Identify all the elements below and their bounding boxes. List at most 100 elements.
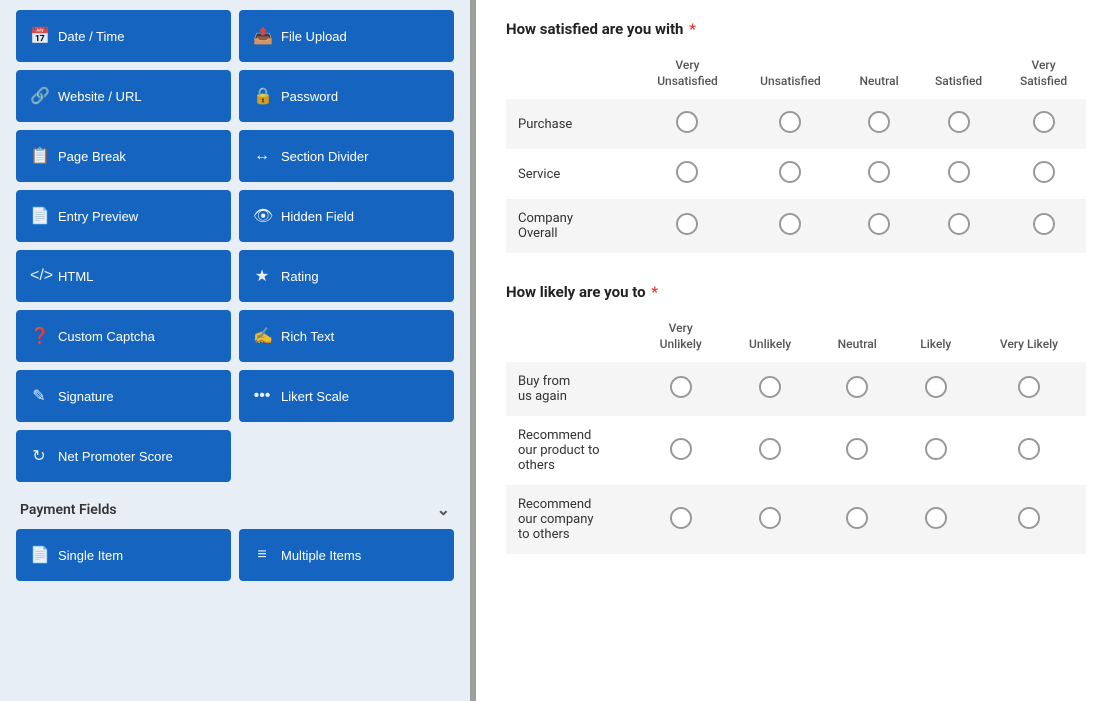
radio-cell-0-3[interactable] [900,362,972,416]
radio-cell-0-0[interactable] [636,362,725,416]
radio-cell-0-0[interactable] [636,99,739,149]
radio-cell-2-0[interactable] [636,485,725,554]
html-icon: </> [30,267,48,285]
radio-cell-2-0[interactable] [636,199,739,253]
col-header-neutral-2: Neutral [815,317,900,362]
radio-cell-1-3[interactable] [916,149,1001,199]
col-header-satisfied: Satisfied [916,54,1001,99]
radio-circle[interactable] [676,161,698,183]
radio-circle[interactable] [1033,161,1055,183]
radio-cell-0-2[interactable] [842,99,916,149]
field-btn-rich-text[interactable]: ✍Rich Text [239,310,454,362]
field-btn-single-item[interactable]: 📄 Single Item [16,529,231,581]
field-label-page-break: Page Break [58,149,126,164]
field-btn-signature[interactable]: ✎Signature [16,370,231,422]
field-btn-section-divider[interactable]: ↔Section Divider [239,130,454,182]
radio-circle[interactable] [925,438,947,460]
radio-circle[interactable] [759,438,781,460]
radio-cell-2-1[interactable] [725,485,814,554]
radio-circle[interactable] [1033,213,1055,235]
date-time-icon: 📅 [30,26,48,46]
field-btn-page-break[interactable]: 📋Page Break [16,130,231,182]
radio-circle[interactable] [1018,438,1040,460]
radio-cell-0-4[interactable] [1001,99,1086,149]
field-btn-hidden-field[interactable]: 👁Hidden Field [239,190,454,242]
field-label-file-upload: File Upload [281,29,347,44]
radio-circle[interactable] [779,161,801,183]
single-item-icon: 📄 [30,545,48,565]
col-header-unsatisfied: Unsatisfied [739,54,842,99]
radio-circle[interactable] [1033,111,1055,133]
radio-circle[interactable] [759,507,781,529]
left-panel: 📅 Date / Time 📤File Upload🔗Website / URL🔒P… [0,0,470,701]
radio-circle[interactable] [759,376,781,398]
col-header-very-unsatisfied: VeryUnsatisfied [636,54,739,99]
radio-cell-1-1[interactable] [739,149,842,199]
radio-circle[interactable] [670,507,692,529]
radio-circle[interactable] [846,376,868,398]
field-label-date-time: Date / Time [58,29,124,44]
row-label-1: Service [506,149,636,199]
radio-circle[interactable] [1018,376,1040,398]
radio-cell-2-4[interactable] [1001,199,1086,253]
radio-circle[interactable] [925,507,947,529]
radio-cell-2-2[interactable] [815,485,900,554]
row-label-2: CompanyOverall [506,199,636,253]
radio-circle[interactable] [779,111,801,133]
radio-circle[interactable] [948,213,970,235]
radio-cell-1-0[interactable] [636,416,725,485]
radio-circle[interactable] [846,507,868,529]
field-btn-net-promoter-score[interactable]: ↻Net Promoter Score [16,430,231,482]
radio-cell-0-1[interactable] [725,362,814,416]
required-star-2: * [648,283,659,301]
radio-cell-2-1[interactable] [739,199,842,253]
field-btn-entry-preview[interactable]: 📄Entry Preview [16,190,231,242]
radio-cell-0-2[interactable] [815,362,900,416]
field-btn-file-upload[interactable]: 📤File Upload [239,10,454,62]
field-btn-password[interactable]: 🔒Password [239,70,454,122]
radio-cell-2-3[interactable] [900,485,972,554]
radio-circle[interactable] [868,161,890,183]
signature-icon: ✎ [30,386,48,406]
radio-cell-2-4[interactable] [972,485,1086,554]
payment-section-header[interactable]: Payment Fields ⌄ [16,490,454,529]
radio-cell-1-2[interactable] [815,416,900,485]
radio-cell-2-2[interactable] [842,199,916,253]
radio-cell-0-1[interactable] [739,99,842,149]
field-btn-date-time[interactable]: 📅 Date / Time [16,10,231,62]
field-btn-html[interactable]: </>HTML [16,250,231,302]
radio-circle[interactable] [670,376,692,398]
radio-circle[interactable] [868,213,890,235]
field-btn-likert-scale[interactable]: •••Likert Scale [239,370,454,422]
table-row: Service [506,149,1086,199]
radio-cell-0-3[interactable] [916,99,1001,149]
radio-circle[interactable] [1018,507,1040,529]
radio-circle[interactable] [779,213,801,235]
radio-cell-1-2[interactable] [842,149,916,199]
table-row: Purchase [506,99,1086,149]
field-btn-custom-captcha[interactable]: ❓Custom Captcha [16,310,231,362]
radio-circle[interactable] [925,376,947,398]
radio-cell-2-3[interactable] [916,199,1001,253]
radio-circle[interactable] [670,438,692,460]
radio-circle[interactable] [948,111,970,133]
right-panel: How satisfied are you with * VeryUnsatis… [476,0,1116,701]
field-btn-rating[interactable]: ★Rating [239,250,454,302]
radio-circle[interactable] [948,161,970,183]
radio-circle[interactable] [676,111,698,133]
radio-cell-1-3[interactable] [900,416,972,485]
row-label-0: Purchase [506,99,636,149]
radio-cell-1-1[interactable] [725,416,814,485]
radio-cell-0-4[interactable] [972,362,1086,416]
radio-circle[interactable] [676,213,698,235]
radio-circle[interactable] [846,438,868,460]
radio-circle[interactable] [868,111,890,133]
radio-cell-1-0[interactable] [636,149,739,199]
radio-cell-1-4[interactable] [972,416,1086,485]
field-btn-website-url[interactable]: 🔗Website / URL [16,70,231,122]
field-label-single-item: Single Item [58,548,123,563]
field-btn-multiple-items[interactable]: ≡Multiple Items [239,529,454,581]
chevron-down-icon: ⌄ [437,500,450,519]
radio-cell-1-4[interactable] [1001,149,1086,199]
question-2: How likely are you to * VeryUnlikely Unl… [506,283,1086,554]
